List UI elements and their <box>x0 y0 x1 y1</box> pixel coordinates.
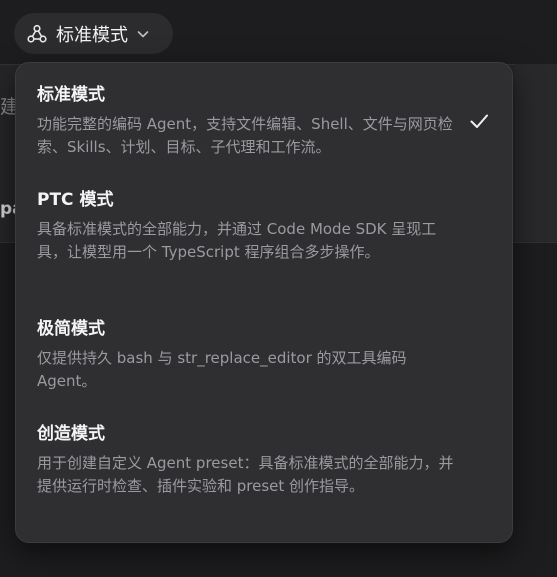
mode-option-title: PTC 模式 <box>37 190 114 210</box>
mode-option-description: 仅提供持久 bash 与 str_replace_editor 的双工具编码 A… <box>37 349 407 390</box>
mode-option-description: 用于创建自定义 Agent preset：具备标准模式的全部能力，并提供运行时检… <box>37 454 454 495</box>
mode-option-standard[interactable]: 标准模式 功能完整的编码 Agent，支持文件编辑、Shell、文件与网页检索、… <box>37 83 490 159</box>
mode-selector-label: 标准模式 <box>56 24 128 46</box>
mode-dropdown-menu: 标准模式 功能完整的编码 Agent，支持文件编辑、Shell、文件与网页检索、… <box>15 62 513 543</box>
mode-option-title: 标准模式 <box>37 85 105 105</box>
mode-option-creator[interactable]: 创造模式 用于创建自定义 Agent preset：具备标准模式的全部能力，并提… <box>37 422 490 498</box>
agent-nodes-icon <box>26 23 48 45</box>
background-card-edge <box>515 64 557 241</box>
chevron-down-icon <box>136 27 150 41</box>
mode-option-title: 极简模式 <box>37 319 105 339</box>
checkmark-icon <box>468 110 490 132</box>
mode-option-ptc[interactable]: PTC 模式 具备标准模式的全部能力，并通过 Code Mode SDK 呈现工… <box>37 188 490 264</box>
mode-option-title: 创造模式 <box>37 424 105 444</box>
mode-option-description: 具备标准模式的全部能力，并通过 Code Mode SDK 呈现工具，让模型用一… <box>37 220 437 261</box>
mode-option-description: 功能完整的编码 Agent，支持文件编辑、Shell、文件与网页检索、Skill… <box>37 115 453 156</box>
mode-option-minimal[interactable]: 极简模式 仅提供持久 bash 与 str_replace_editor 的双工… <box>37 317 490 393</box>
mode-selector-button[interactable]: 标准模式 <box>14 13 173 54</box>
